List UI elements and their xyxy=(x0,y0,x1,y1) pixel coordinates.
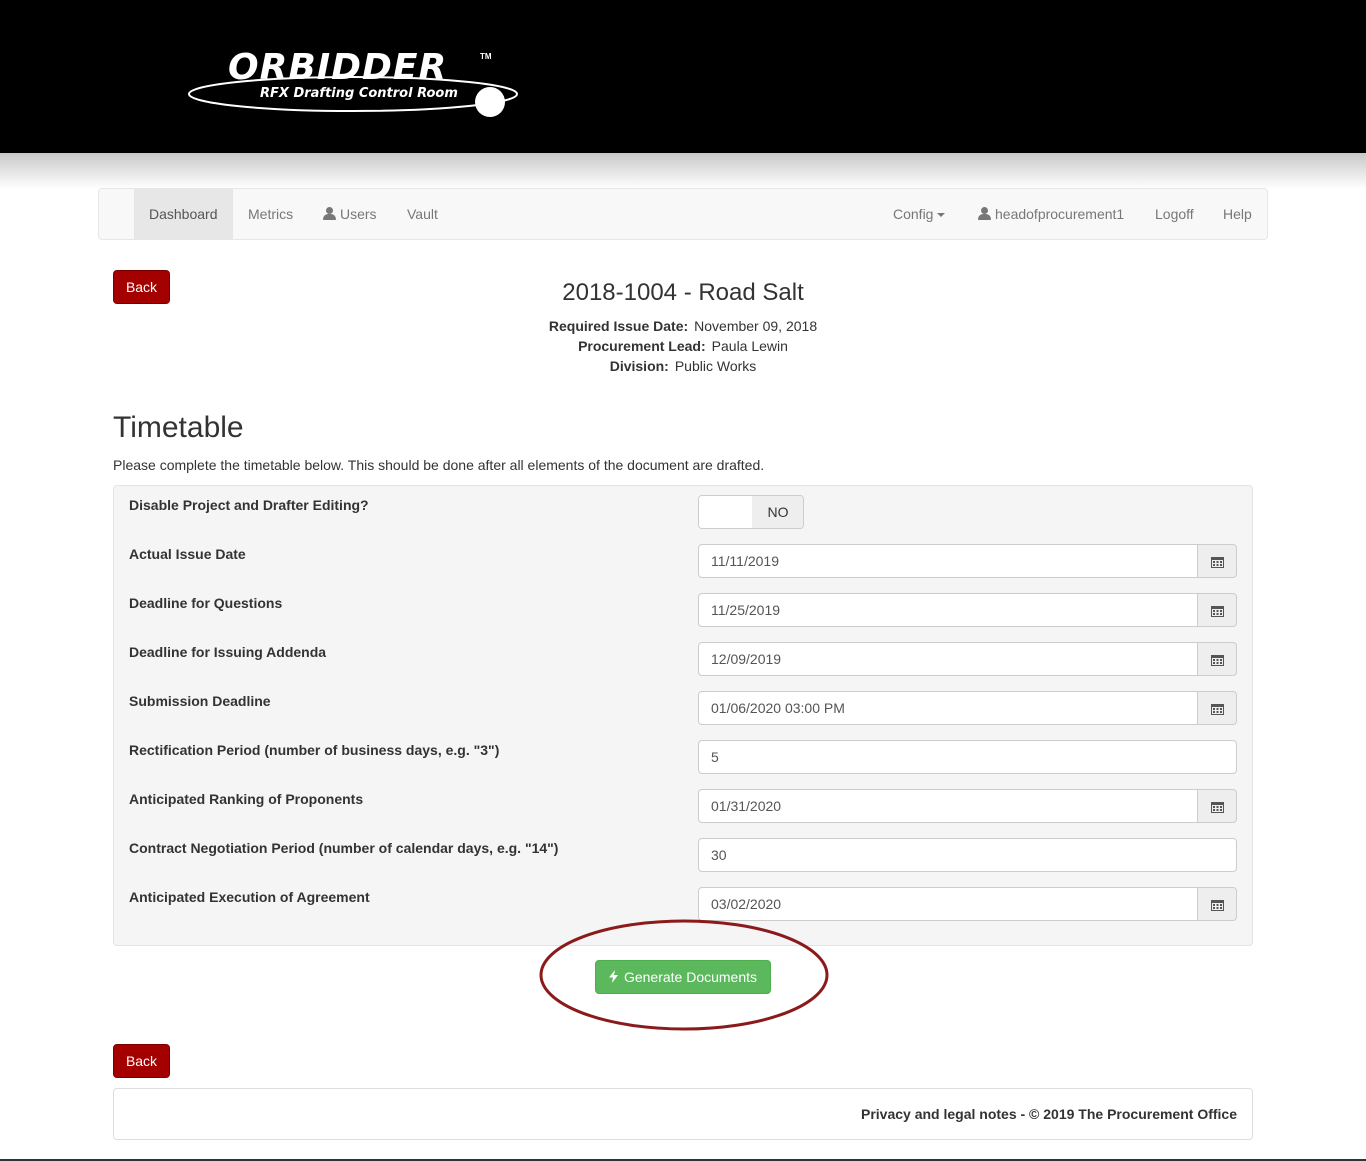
orbidder-logo[interactable]: ORBIDDER TM RFX Drafting Control Room xyxy=(186,44,522,120)
logo-subtitle: RFX Drafting Control Room xyxy=(260,86,458,101)
nav-logoff[interactable]: Logoff xyxy=(1140,189,1209,239)
nav-config-dropdown[interactable]: Config xyxy=(878,189,960,239)
nav-dashboard[interactable]: Dashboard xyxy=(134,189,233,239)
calendar-icon xyxy=(1211,900,1224,911)
calendar-icon xyxy=(1211,802,1224,813)
nav-user-account[interactable]: headofprocurement1 xyxy=(963,189,1139,239)
timetable-description: Please complete the timetable below. Thi… xyxy=(113,457,765,473)
division-value: Public Works xyxy=(674,358,757,374)
toggle-handle[interactable] xyxy=(699,496,752,528)
generate-documents-button[interactable]: Generate Documents xyxy=(595,960,771,994)
rectification-period-label: Rectification Period (number of business… xyxy=(129,742,500,758)
deadline-addenda-input[interactable]: 12/09/2019 xyxy=(698,642,1198,676)
nav-users-label: Users xyxy=(340,206,377,222)
nav-help[interactable]: Help xyxy=(1208,189,1267,239)
anticipated-ranking-label: Anticipated Ranking of Proponents xyxy=(129,791,364,807)
contract-negotiation-input[interactable]: 30 xyxy=(698,838,1237,872)
main-navbar: Dashboard Metrics Users Vault Config hea… xyxy=(98,188,1268,240)
calendar-icon xyxy=(1211,704,1224,715)
procurement-lead-label: Procurement Lead: xyxy=(578,338,706,354)
actual-issue-date-label: Actual Issue Date xyxy=(129,546,246,562)
nav-username: headofprocurement1 xyxy=(995,206,1125,222)
nav-metrics[interactable]: Metrics xyxy=(233,189,308,239)
required-issue-date-row: Required Issue Date: November 09, 2018 xyxy=(0,316,1366,336)
division-row: Division: Public Works xyxy=(0,356,1366,376)
execution-agreement-input[interactable]: 03/02/2020 xyxy=(698,887,1198,921)
disable-editing-label: Disable Project and Drafter Editing? xyxy=(129,497,369,513)
site-header: ORBIDDER TM RFX Drafting Control Room xyxy=(0,0,1366,153)
required-issue-date-value: November 09, 2018 xyxy=(694,318,818,334)
deadline-addenda-label: Deadline for Issuing Addenda xyxy=(129,644,327,660)
back-button-bottom[interactable]: Back xyxy=(113,1044,170,1078)
page-footer: Privacy and legal notes - © 2019 The Pro… xyxy=(113,1088,1253,1140)
actual-issue-date-calendar-button[interactable] xyxy=(1197,544,1237,578)
anticipated-ranking-calendar-button[interactable] xyxy=(1197,789,1237,823)
header-fade xyxy=(0,153,1366,189)
submission-deadline-label: Submission Deadline xyxy=(129,693,271,709)
caret-down-icon xyxy=(937,213,946,218)
calendar-icon xyxy=(1211,606,1224,617)
timetable-heading: Timetable xyxy=(113,411,244,444)
nav-users[interactable]: Users xyxy=(308,189,392,239)
submission-deadline-input[interactable]: 01/06/2020 03:00 PM xyxy=(698,691,1198,725)
nav-config-label: Config xyxy=(893,206,934,222)
lightning-icon xyxy=(608,970,618,983)
deadline-addenda-calendar-button[interactable] xyxy=(1197,642,1237,676)
procurement-lead-row: Procurement Lead: Paula Lewin xyxy=(0,336,1366,356)
procurement-lead-value: Paula Lewin xyxy=(711,338,788,354)
division-label: Division: xyxy=(609,358,669,374)
user-icon xyxy=(978,207,991,220)
contract-negotiation-label: Contract Negotiation Period (number of c… xyxy=(129,840,559,856)
deadline-questions-label: Deadline for Questions xyxy=(129,595,283,611)
rectification-period-input[interactable]: 5 xyxy=(698,740,1237,774)
actual-issue-date-input[interactable]: 11/11/2019 xyxy=(698,544,1198,578)
deadline-questions-calendar-button[interactable] xyxy=(1197,593,1237,627)
calendar-icon xyxy=(1211,557,1224,568)
generate-documents-label: Generate Documents xyxy=(623,969,758,985)
submission-deadline-calendar-button[interactable] xyxy=(1197,691,1237,725)
deadline-questions-input[interactable]: 11/25/2019 xyxy=(698,593,1198,627)
logo-trademark: TM xyxy=(480,52,492,61)
user-icon xyxy=(323,207,336,220)
anticipated-ranking-input[interactable]: 01/31/2020 xyxy=(698,789,1198,823)
execution-agreement-calendar-button[interactable] xyxy=(1197,887,1237,921)
disable-editing-toggle[interactable]: NO xyxy=(698,495,804,529)
footer-legal-link[interactable]: Privacy and legal notes - © 2019 The Pro… xyxy=(861,1089,1237,1139)
logo-title: ORBIDDER xyxy=(228,47,448,88)
project-title: 2018-1004 - Road Salt xyxy=(562,279,804,306)
required-issue-date-label: Required Issue Date: xyxy=(548,318,689,334)
execution-agreement-label: Anticipated Execution of Agreement xyxy=(129,889,370,905)
calendar-icon xyxy=(1211,655,1224,666)
nav-vault[interactable]: Vault xyxy=(392,189,453,239)
toggle-state-label: NO xyxy=(752,496,803,528)
